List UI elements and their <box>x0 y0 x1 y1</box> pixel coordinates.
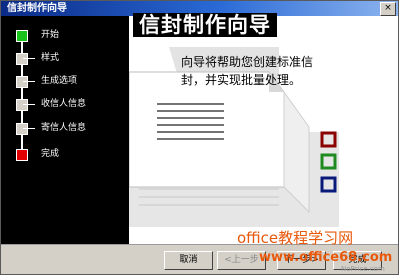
step-tick <box>23 104 35 105</box>
step-indicator <box>16 99 28 111</box>
letter-sheet <box>129 71 285 188</box>
cancel-button[interactable]: 取消 <box>164 251 213 270</box>
step-indicator-current <box>16 30 28 42</box>
step-label: 开始 <box>41 30 60 40</box>
step-tick <box>23 58 35 59</box>
step-indicator <box>16 123 28 135</box>
corner-watermark: NoPrice.com <box>341 265 385 273</box>
description-line: 向导将帮助您创建标准信 <box>181 55 314 69</box>
step-label: 生成选项 <box>41 76 78 86</box>
description-line: 封，并实现批量处理。 <box>181 73 302 87</box>
step-tick <box>23 128 35 129</box>
step-indicator <box>16 53 28 65</box>
wizard-description: 向导将帮助您创建标准信 封，并实现批量处理。 <box>181 53 371 89</box>
step-indicator-final <box>16 149 28 161</box>
step-tick <box>23 81 35 82</box>
watermark-brand: office教程学习网 <box>237 229 354 247</box>
step-label: 完成 <box>41 149 60 159</box>
wizard-window: 信封制作向导 × 开始 样式 生成选项 收信人信息 寄信人信息 完成 信封制作向… <box>0 0 399 275</box>
step-connector-line <box>21 33 23 156</box>
watermark-url: www.office68.com <box>259 250 393 265</box>
step-label: 收信人信息 <box>41 99 87 109</box>
close-button[interactable]: × <box>380 2 396 16</box>
wizard-banner-title: 信封制作向导 <box>133 13 277 37</box>
window-title: 信封制作向导 <box>7 3 67 14</box>
step-label: 样式 <box>41 53 60 63</box>
step-sidebar: 开始 样式 生成选项 收信人信息 寄信人信息 完成 <box>1 16 129 244</box>
step-indicator <box>16 76 28 88</box>
step-label: 寄信人信息 <box>41 123 87 133</box>
